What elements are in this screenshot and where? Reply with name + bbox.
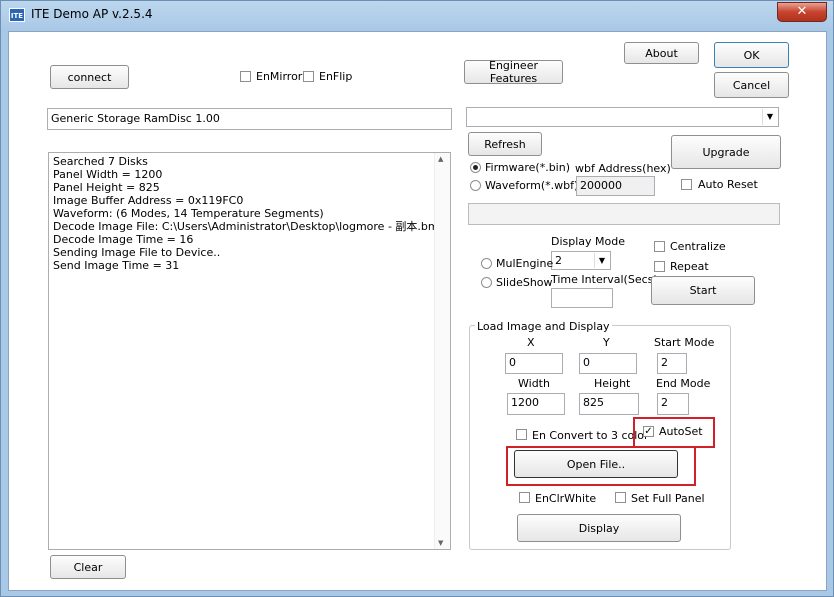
en-flip-checkbox[interactable] — [303, 71, 314, 82]
x-label: X — [527, 336, 535, 349]
connect-button[interactable]: connect — [50, 65, 129, 89]
log-lines: Searched 7 Disks Panel Width = 1200 Panel … — [53, 155, 446, 272]
x-field[interactable]: 0 — [505, 353, 563, 374]
chevron-down-icon[interactable]: ▼ — [762, 109, 777, 125]
auto-reset-label: Auto Reset — [698, 178, 758, 191]
log-line: Image Buffer Address = 0x119FC0 — [53, 194, 244, 207]
time-interval-label: Time Interval(Secs) — [551, 273, 658, 286]
device-field[interactable]: Generic Storage RamDisc 1.00 — [47, 108, 452, 130]
engineer-features-button[interactable]: Engineer Features — [464, 59, 563, 85]
scroll-down-icon[interactable]: ▼ — [438, 539, 443, 547]
chevron-down-icon[interactable]: ▼ — [594, 253, 609, 268]
en-convert-checkbox[interactable] — [516, 429, 527, 440]
waveform-radio-label: Waveform(*.wbf) — [485, 179, 579, 192]
start-mode-field[interactable]: 2 — [657, 353, 687, 374]
height-field[interactable]: 825 — [579, 393, 639, 415]
app-icon: ITE — [9, 8, 25, 22]
width-field[interactable]: 1200 — [507, 393, 565, 415]
firmware-radio-label: Firmware(*.bin) — [485, 161, 571, 174]
autoset-label: AutoSet — [659, 425, 703, 438]
waveform-radio[interactable] — [470, 180, 481, 191]
cancel-button[interactable]: Cancel — [714, 72, 789, 98]
en-mirror-label: EnMirror — [256, 70, 303, 83]
wbf-address-label: wbf Address(hex) — [575, 162, 671, 175]
slide-show-label: SlideShow — [496, 276, 553, 289]
slide-show-radio[interactable] — [481, 277, 492, 288]
en-flip-label: EnFlip — [319, 70, 353, 83]
start-button[interactable]: Start — [651, 276, 755, 305]
y-label: Y — [603, 336, 610, 349]
display-mode-value: 2 — [555, 254, 562, 267]
clear-button[interactable]: Clear — [50, 555, 126, 579]
ok-button[interactable]: OK — [714, 42, 789, 68]
display-mode-combo[interactable]: 2 ▼ — [551, 251, 611, 270]
scroll-up-icon[interactable]: ▲ — [438, 155, 443, 163]
log-textarea[interactable]: Searched 7 Disks Panel Width = 1200 Panel … — [48, 152, 451, 550]
close-icon: ✕ — [796, 4, 808, 19]
progress-bar — [468, 203, 780, 225]
y-field[interactable]: 0 — [579, 353, 637, 374]
centralize-label: Centralize — [670, 240, 726, 253]
window-title: ITE Demo AP v.2.5.4 — [31, 7, 153, 21]
log-line: Send Image Time = 31 — [53, 259, 180, 272]
load-image-group-title: Load Image and Display — [475, 320, 612, 333]
log-line: Decode Image File: C:\Users\Administrato… — [53, 220, 446, 233]
app-window: ITE ITE Demo AP v.2.5.4 ✕ connect EnMirr… — [0, 0, 834, 597]
log-line: Waveform: (6 Modes, 14 Temperature Segme… — [53, 207, 324, 220]
set-full-panel-checkbox[interactable] — [615, 492, 626, 503]
log-line: Panel Height = 825 — [53, 181, 160, 194]
upgrade-button[interactable]: Upgrade — [671, 135, 781, 169]
mul-engine-label: MulEngine — [496, 257, 554, 270]
log-line: Searched 7 Disks — [53, 155, 148, 168]
firmware-combo[interactable]: ▼ — [466, 107, 779, 127]
en-mirror-checkbox[interactable] — [240, 71, 251, 82]
log-line: Decode Image Time = 16 — [53, 233, 194, 246]
en-convert-label: En Convert to 3 color — [532, 429, 649, 442]
end-mode-field[interactable]: 2 — [657, 393, 689, 415]
en-clr-white-label: EnClrWhite — [535, 492, 597, 505]
wbf-address-field[interactable]: 200000 — [576, 176, 655, 196]
title-bar[interactable]: ITE ITE Demo AP v.2.5.4 ✕ — [1, 1, 833, 31]
firmware-radio[interactable] — [470, 162, 481, 173]
log-scrollbar[interactable]: ▲ ▼ — [434, 153, 450, 549]
log-line: Sending Image File to Device.. — [53, 246, 221, 259]
time-interval-field[interactable] — [551, 288, 613, 308]
end-mode-label: End Mode — [656, 377, 711, 390]
height-label: Height — [594, 377, 631, 390]
auto-reset-checkbox[interactable] — [681, 179, 692, 190]
repeat-checkbox[interactable] — [654, 261, 665, 272]
refresh-button[interactable]: Refresh — [468, 132, 542, 156]
display-button[interactable]: Display — [517, 514, 681, 542]
open-file-button[interactable]: Open File.. — [514, 450, 678, 478]
close-button[interactable]: ✕ — [777, 2, 827, 22]
autoset-checkbox[interactable]: ✓ — [643, 426, 654, 437]
centralize-checkbox[interactable] — [654, 241, 665, 252]
log-line: Panel Width = 1200 — [53, 168, 163, 181]
client-area: connect EnMirror EnFlip Generic Storage … — [8, 31, 827, 591]
check-icon: ✓ — [644, 426, 653, 437]
start-mode-label: Start Mode — [654, 336, 715, 349]
width-label: Width — [518, 377, 550, 390]
set-full-panel-label: Set Full Panel — [631, 492, 705, 505]
en-clr-white-checkbox[interactable] — [519, 492, 530, 503]
mul-engine-radio[interactable] — [481, 258, 492, 269]
repeat-label: Repeat — [670, 260, 709, 273]
display-mode-label: Display Mode — [551, 235, 626, 248]
about-button[interactable]: About — [624, 42, 699, 64]
